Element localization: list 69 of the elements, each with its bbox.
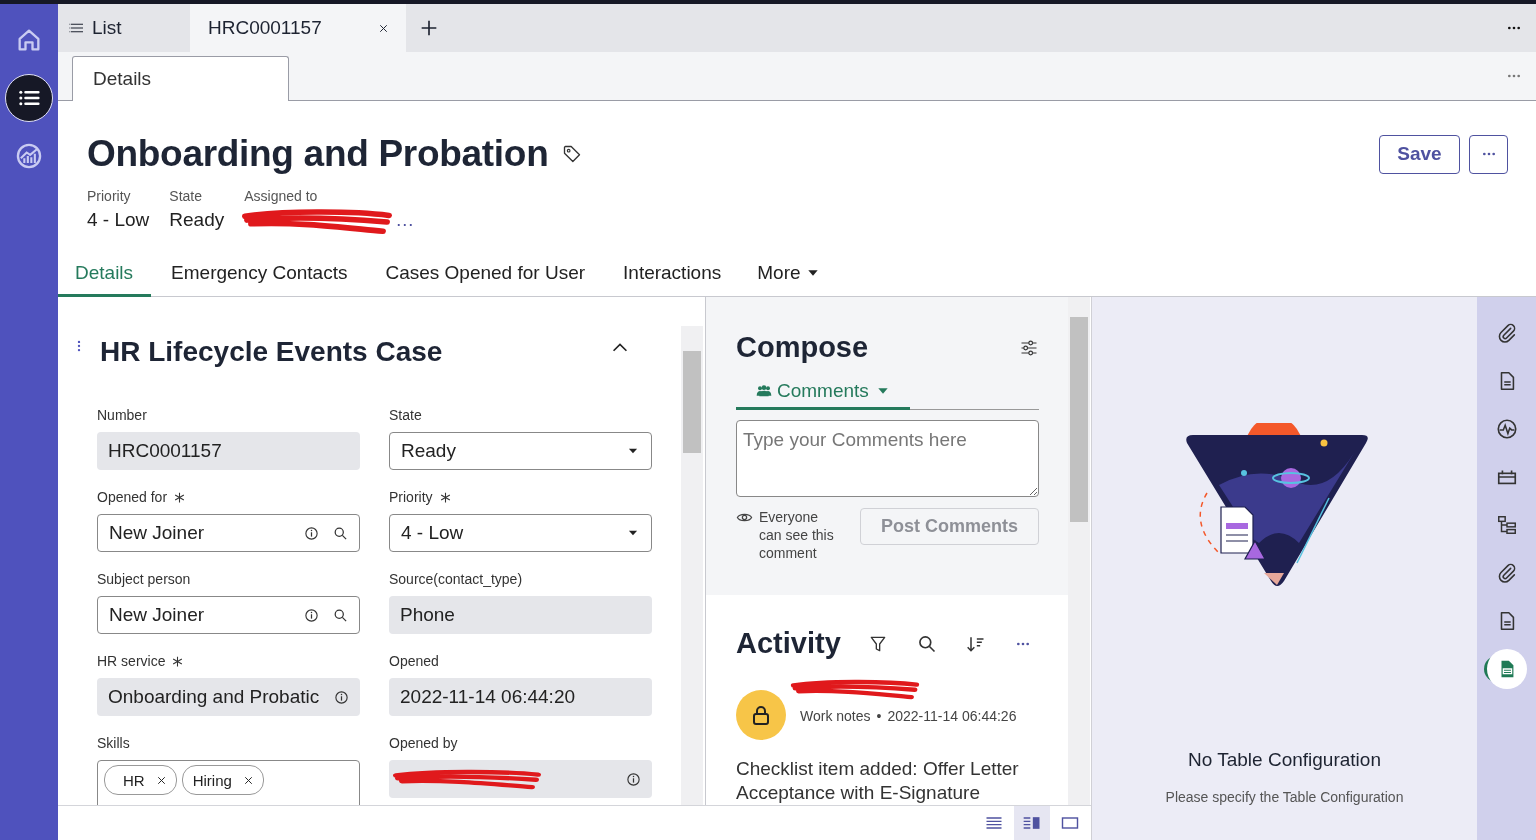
select-field[interactable]: 4 - Low xyxy=(389,514,652,552)
field-label: Opened by xyxy=(389,735,458,751)
readonly-field: 2022-11-14 06:44:20 xyxy=(389,678,652,716)
info-icon[interactable] xyxy=(626,771,641,787)
meta-label: Assigned to xyxy=(244,188,319,204)
empty-state-title: No Table Configuration xyxy=(1188,749,1381,771)
scrollbar[interactable] xyxy=(681,326,703,805)
meta-value: 4 - Low xyxy=(87,209,150,231)
entry-text: Checklist item added: Offer Letter Acceptance with E-Signature xyxy=(736,757,1020,805)
readonly-field: HRC0001157 xyxy=(97,432,360,470)
meta-label: State xyxy=(169,188,203,204)
compose-title: Compose xyxy=(736,331,869,364)
skill-tag[interactable]: HR xyxy=(104,765,177,795)
skill-tag[interactable]: Hiring xyxy=(181,765,264,795)
visibility-note: Everyone can see this comment xyxy=(759,508,835,562)
field-label: Opened for xyxy=(97,489,168,505)
split-view-button[interactable] xyxy=(1014,806,1050,840)
record-tab[interactable]: List xyxy=(66,4,190,52)
tag-icon[interactable] xyxy=(562,144,583,164)
section-tab[interactable]: Interactions xyxy=(605,260,740,297)
tree-icon xyxy=(1495,514,1518,536)
separator-dot: • xyxy=(876,708,882,724)
more-button[interactable] xyxy=(1469,134,1508,174)
meta-label: Priority xyxy=(87,188,132,204)
people-icon xyxy=(754,383,774,399)
search-icon[interactable] xyxy=(916,633,937,654)
sheet-button[interactable] xyxy=(1486,649,1527,689)
readonly-field: Phone xyxy=(389,596,652,634)
field-label: Opened xyxy=(389,653,439,669)
section-tab[interactable]: More xyxy=(739,260,839,297)
field-label: Priority xyxy=(389,489,433,505)
activity-title: Activity xyxy=(736,627,841,660)
record-tab[interactable]: HRC0001157 xyxy=(190,4,406,52)
field-label: Skills xyxy=(97,735,130,751)
readonly-field: Onboarding and Probatic xyxy=(97,678,360,716)
info-icon[interactable] xyxy=(304,607,319,623)
reference-field[interactable]: New Joiner xyxy=(97,596,360,634)
field-label: HR service xyxy=(97,653,166,669)
field-label: Number xyxy=(97,407,147,423)
info-icon[interactable] xyxy=(334,689,349,705)
reference-field[interactable]: New Joiner xyxy=(97,514,360,552)
search-icon[interactable] xyxy=(333,525,348,541)
info-icon[interactable] xyxy=(304,525,319,541)
required-icon xyxy=(173,490,187,504)
field-label: Subject person xyxy=(97,571,191,587)
section-title: HR Lifecycle Events Case xyxy=(100,336,443,368)
scrollbar[interactable] xyxy=(1068,297,1090,805)
select-field[interactable]: Ready xyxy=(389,432,652,470)
required-icon xyxy=(171,654,185,668)
meta-value: Ready xyxy=(169,209,225,231)
field-label: State xyxy=(389,407,422,423)
list-nav-button[interactable] xyxy=(5,74,53,122)
record-title: Onboarding and Probation xyxy=(87,133,549,175)
required-icon xyxy=(438,490,452,504)
save-button[interactable]: Save xyxy=(1379,134,1460,174)
details-tab[interactable]: Details xyxy=(72,56,289,101)
entry-type: Work notes xyxy=(800,708,871,724)
section-tab[interactable]: Cases Opened for User xyxy=(367,260,604,297)
entry-time: 2022-11-14 06:44:26 xyxy=(887,708,1017,724)
analytics-icon xyxy=(15,142,43,170)
assignee-link[interactable]: … xyxy=(395,209,415,231)
search-icon[interactable] xyxy=(333,607,348,623)
tags-field[interactable]: HR Hiring xyxy=(97,760,360,805)
empty-state-message: Please specify the Table Configuration xyxy=(1165,789,1404,805)
section-tab[interactable]: Emergency Contacts xyxy=(153,260,366,297)
comment-type-tab[interactable]: Comments xyxy=(736,380,910,410)
field-label: Source(contact_type) xyxy=(389,571,523,587)
comment-field[interactable]: Type your Comments here xyxy=(736,420,1039,497)
pulse-icon xyxy=(1495,418,1518,440)
